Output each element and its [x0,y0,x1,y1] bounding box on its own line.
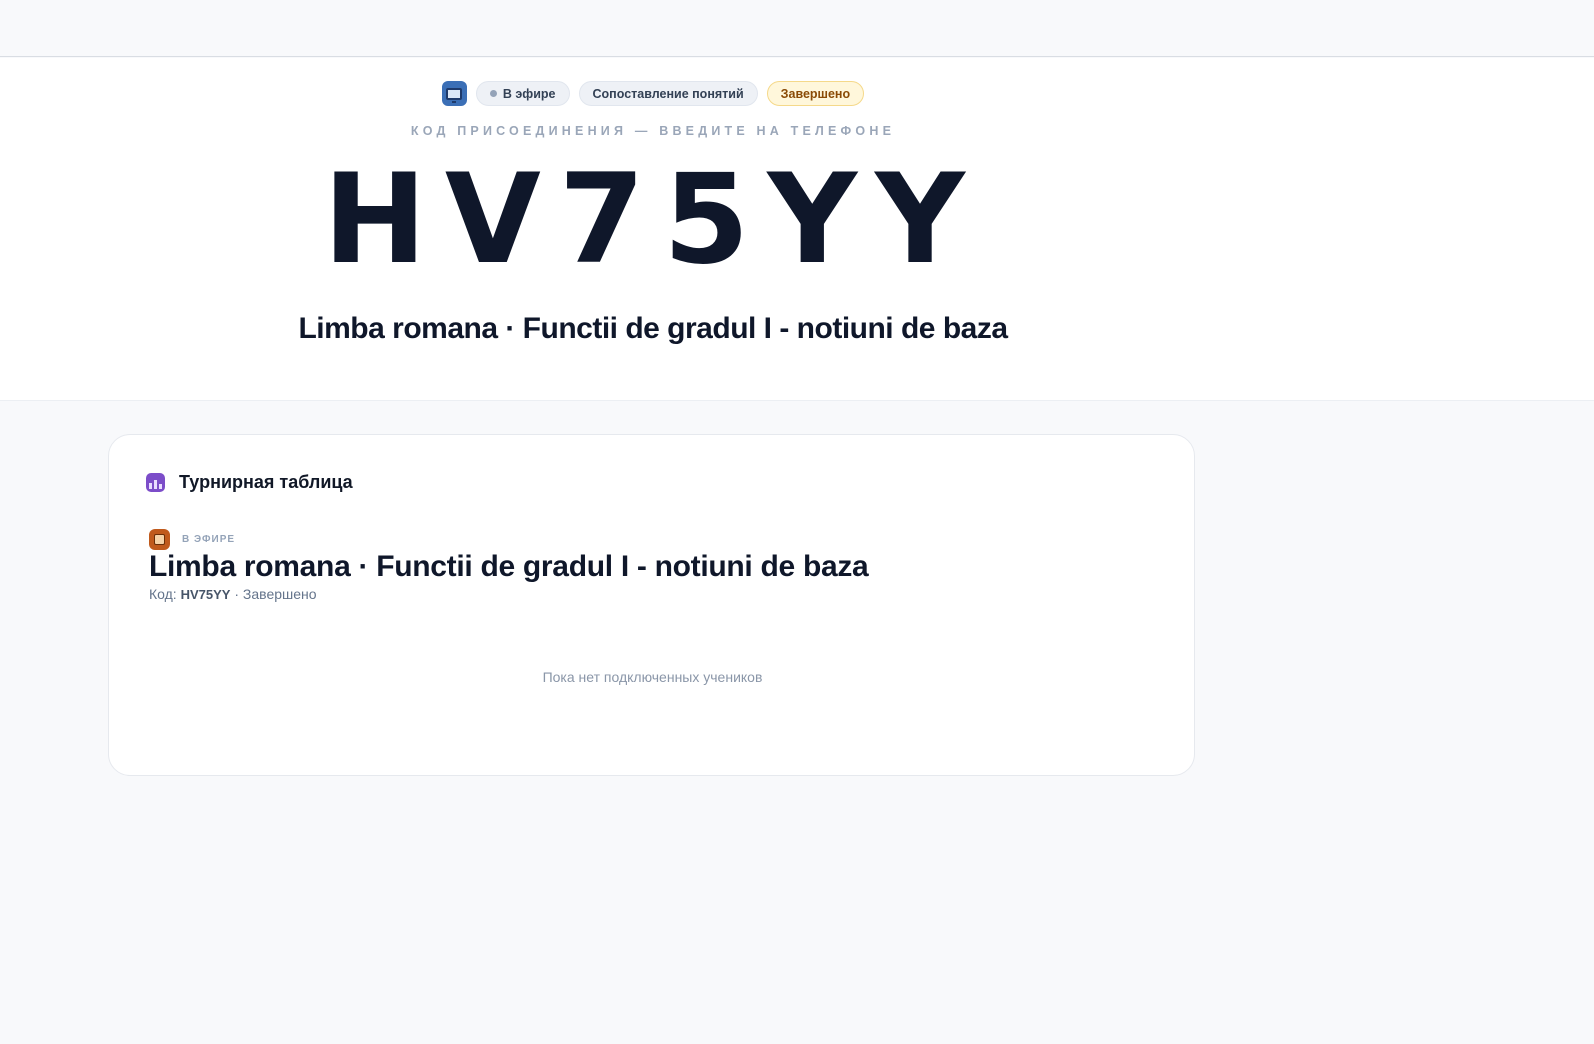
live-badge-label: В эфире [502,86,556,101]
top-bar [0,0,1594,57]
session-status: Завершено [242,586,317,602]
session-code-label: Код: [149,586,177,602]
package-icon [149,529,170,550]
session-meta: Код: HV75YY · Завершено [149,586,868,602]
status-badge: Завершено [766,81,865,106]
leaderboard-header: Турнирная таблица [146,472,353,493]
join-code-hero: В эфире Сопоставление понятий Завершено … [0,58,1594,401]
leaderboard-card: Турнирная таблица В ЭФИРЕ Limba romana ·… [108,434,1195,776]
session-info: В ЭФИРЕ Limba romana · Functii de gradul… [149,529,869,602]
mode-badge: Сопоставление понятий [578,81,758,106]
empty-students-message: Пока нет подключенных учеников [542,669,763,685]
join-code: HV75YY [323,148,983,292]
session-meta-separator: · [234,586,240,602]
live-badge: В эфире [475,81,570,106]
quiz-title: Limba romana · Functii de gradul I - not… [298,312,1008,345]
status-badge-label: Завершено [780,86,851,101]
live-dot-icon [489,90,497,97]
session-badges: В эфире Сопоставление понятий Завершено [0,81,1306,106]
monitor-icon[interactable] [441,81,467,106]
mode-badge-label: Сопоставление понятий [592,86,744,101]
leaderboard-title: Турнирная таблица [179,472,353,492]
trophy-icon [146,473,165,492]
session-code: HV75YY [180,587,231,602]
join-code-label: КОД ПРИСОЕДИНЕНИЯ — ВВЕДИТЕ НА ТЕЛЕФОНЕ [410,124,896,138]
session-title: Limba romana · Functii de gradul I - not… [149,550,869,583]
session-live-label: В ЭФИРЕ [182,534,236,545]
